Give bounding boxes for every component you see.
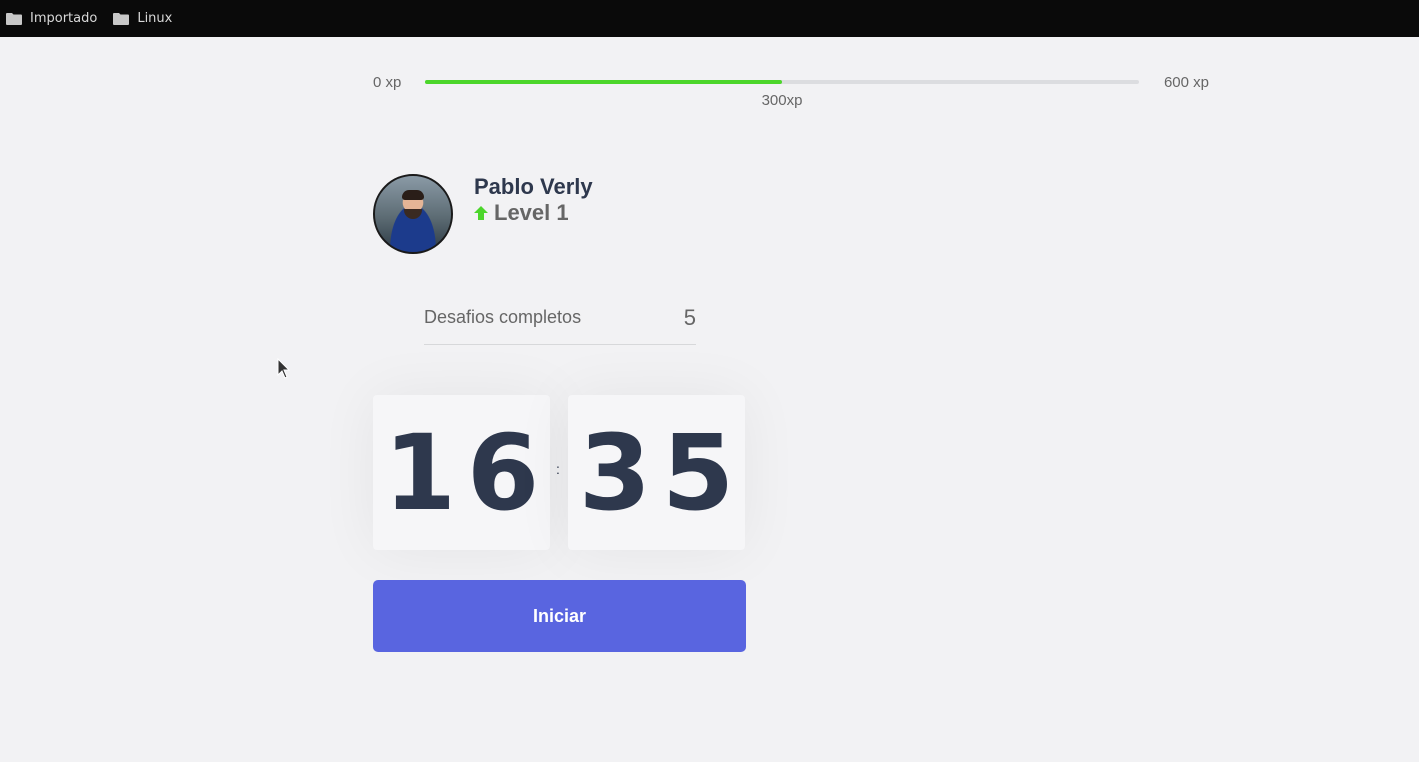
folder-icon: [113, 12, 130, 25]
bookmark-folder-importado[interactable]: Importado: [6, 11, 97, 26]
level-up-arrow-icon: [474, 200, 488, 226]
minute-digit-right: 6: [466, 411, 540, 534]
second-digit-right: 5: [661, 411, 735, 534]
challenges-label: Desafios completos: [424, 307, 582, 327]
experience-bar: 0 xp 300xp 600 xp: [373, 70, 1209, 110]
challenges-count: 5: [683, 305, 696, 330]
level-label: Level 1: [494, 200, 569, 225]
bookmark-label: Importado: [30, 11, 98, 26]
profile-name: Pablo Verly: [474, 174, 593, 199]
xp-min-label: 0 xp: [373, 74, 402, 91]
countdown-seconds: 3 5: [568, 395, 745, 550]
xp-track: [425, 80, 1139, 84]
xp-current-label: 300xp: [761, 92, 803, 109]
bookmark-folder-linux[interactable]: Linux: [113, 11, 172, 26]
minute-digit-left: 1: [383, 411, 457, 534]
profile-level: Level 1: [474, 200, 569, 226]
xp-max-label: 600 xp: [1163, 74, 1209, 91]
bookmarks-bar: Importado Linux: [0, 0, 1419, 37]
mouse-cursor-icon: [277, 357, 291, 385]
xp-fill: [425, 80, 782, 84]
folder-icon: [6, 12, 22, 25]
second-digit-left: 3: [578, 411, 652, 534]
avatar: [373, 174, 453, 254]
countdown-separator: :: [556, 461, 560, 477]
countdown: 1 6 : 3 5: [373, 395, 746, 550]
countdown-minutes: 1 6: [373, 395, 550, 550]
start-cycle-button[interactable]: Iniciar: [373, 580, 746, 652]
completed-challenges: Desafios completos 5: [424, 300, 696, 345]
bookmark-label: Linux: [137, 11, 173, 26]
